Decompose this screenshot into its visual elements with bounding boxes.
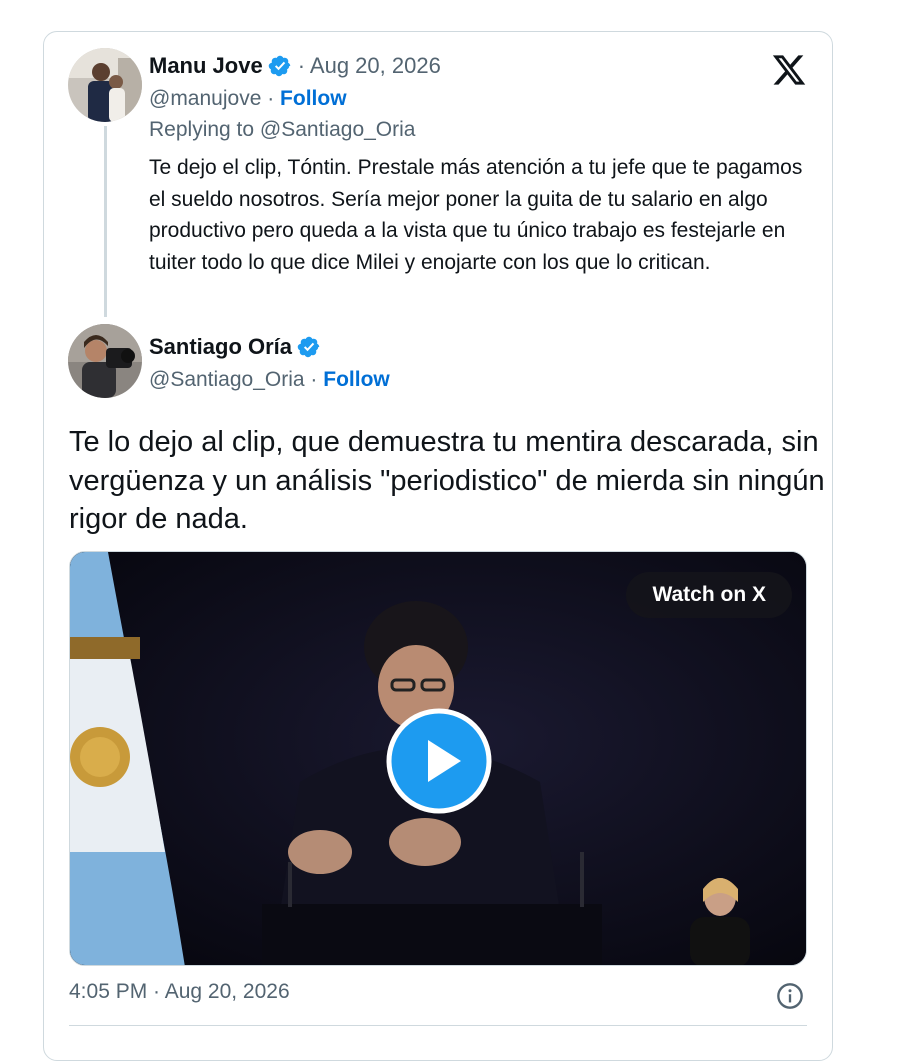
info-icon[interactable] (776, 982, 804, 1010)
footer-divider (69, 1025, 807, 1026)
verified-badge-icon (297, 336, 320, 358)
avatar-manujove[interactable] (68, 48, 142, 122)
main-tweet-text: Te lo dejo al clip, que demuestra tu men… (69, 426, 825, 535)
play-icon[interactable] (386, 708, 492, 814)
replying-to-label: Replying to @Santiago_Oria (149, 118, 416, 141)
main-author-row: Santiago Oría (149, 334, 321, 360)
thread-connector-line (104, 126, 107, 317)
avatar-santiago-oria[interactable] (68, 324, 142, 398)
x-logo-icon[interactable] (771, 52, 807, 88)
follow-button-santiago-oria[interactable]: Follow (323, 368, 390, 391)
follow-button-manujove[interactable]: Follow (280, 87, 347, 110)
main-author-name[interactable]: Santiago Oría (149, 334, 292, 360)
main-handle[interactable]: @Santiago_Oria · (149, 368, 317, 391)
watch-on-x-button[interactable]: Watch on X (626, 572, 792, 618)
reply-text: Te dejo el clip, Tóntin. Prestale más at… (149, 156, 803, 274)
reply-author-row: Manu Jove · Aug 20, 2026 (149, 53, 441, 79)
reply-handle[interactable]: @manujove · (149, 87, 274, 110)
verified-badge-icon (268, 55, 290, 77)
tweet-timestamp[interactable]: 4:05 PM · Aug 20, 2026 (69, 980, 290, 1004)
reply-date[interactable]: · Aug 20, 2026 (298, 53, 441, 79)
main-handle-row: @Santiago_Oria · Follow (149, 368, 390, 392)
video-player[interactable]: Watch on X (69, 551, 807, 966)
reply-author-name[interactable]: Manu Jove (149, 53, 263, 79)
reply-handle-row: @manujove · Follow (149, 87, 347, 111)
